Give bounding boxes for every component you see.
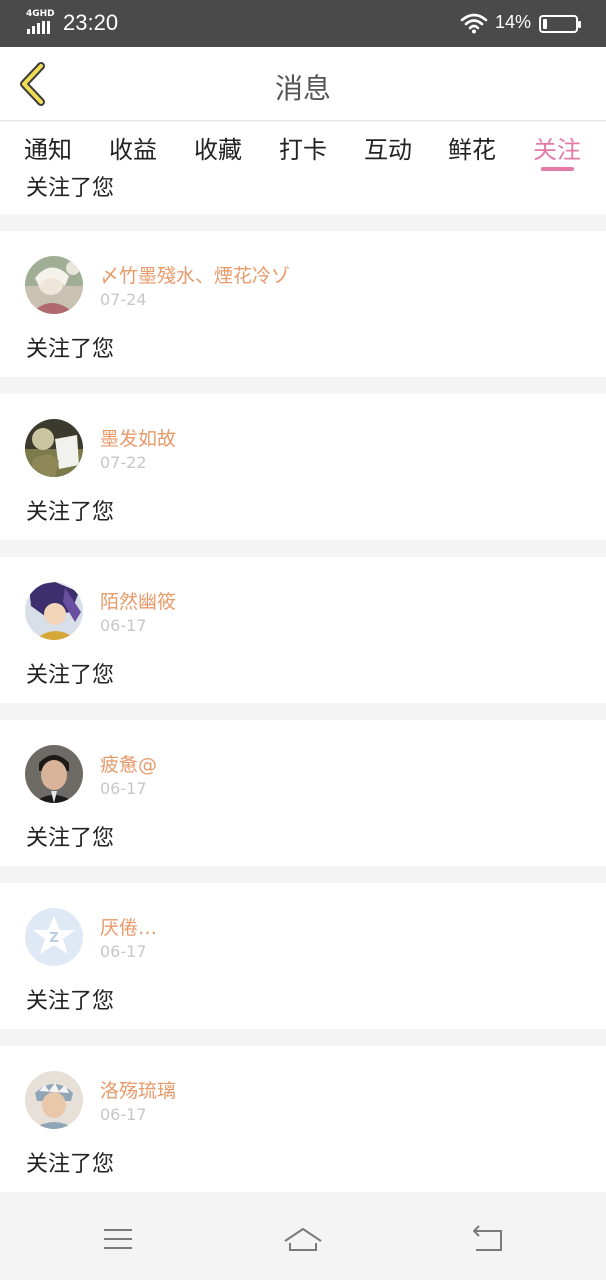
avatar[interactable] — [25, 256, 83, 314]
avatar[interactable] — [25, 582, 83, 640]
svg-text:Z: Z — [49, 931, 58, 946]
back-icon[interactable] — [468, 1219, 508, 1259]
timestamp: 06-17 — [100, 1105, 147, 1124]
tab-notifications[interactable]: 通知 — [24, 130, 72, 165]
tab-interaction[interactable]: 互动 — [364, 130, 412, 165]
clock: 23:20 — [63, 10, 119, 35]
list-item[interactable]: 墨发如故 07-22 关注了您 — [0, 394, 606, 540]
signal-icon: 4GHD — [26, 9, 55, 34]
home-icon[interactable] — [283, 1219, 323, 1259]
avatar[interactable] — [25, 745, 83, 803]
list-item[interactable]: 陌然幽筱 06-17 关注了您 — [0, 557, 606, 703]
notification-action: 关注了您 — [26, 989, 115, 1014]
timestamp: 07-22 — [100, 453, 147, 472]
avatar[interactable] — [25, 419, 83, 477]
list-item[interactable]: 洛殇琉璃 06-17 关注了您 — [0, 1046, 606, 1192]
notification-action: 关注了您 — [26, 337, 115, 362]
battery-icon — [539, 15, 581, 33]
timestamp: 07-24 — [100, 290, 147, 309]
timestamp: 06-17 — [100, 616, 147, 635]
username[interactable]: 〆竹墨殘水、煙花冷ゾ — [100, 261, 290, 288]
tab-earnings[interactable]: 收益 — [109, 130, 157, 165]
username[interactable]: 墨发如故 — [100, 424, 176, 451]
header: 消息 — [0, 47, 606, 121]
tab-flowers[interactable]: 鲜花 — [448, 130, 496, 165]
notification-action: 关注了您 — [26, 500, 115, 525]
active-tab-indicator — [541, 167, 574, 171]
battery-fill — [543, 19, 547, 29]
status-bar: 4GHD 23:20 14% — [0, 0, 606, 47]
avatar[interactable]: Z — [25, 908, 83, 966]
list-item[interactable]: 疲惫@ 06-17 关注了您 — [0, 720, 606, 866]
timestamp: 06-17 — [100, 942, 147, 961]
username[interactable]: 洛殇琉璃 — [100, 1076, 176, 1103]
tab-checkin[interactable]: 打卡 — [279, 130, 327, 165]
username[interactable]: 疲惫@ — [100, 750, 157, 777]
menu-icon[interactable] — [98, 1219, 138, 1259]
notification-action: 关注了您 — [26, 1152, 115, 1177]
notification-list[interactable]: 关注了您 〆竹墨殘水、煙花冷ゾ 07-24 关注了您 墨发如故 07-22 关注… — [0, 172, 606, 1194]
username[interactable]: 厌倦… — [100, 913, 157, 940]
notification-action: 关注了您 — [26, 826, 115, 851]
notification-action: 关注了您 — [26, 176, 115, 201]
network-type: 4GHD — [26, 9, 55, 19]
wifi-icon — [460, 12, 488, 34]
tab-favorites[interactable]: 收藏 — [194, 130, 242, 165]
username[interactable]: 陌然幽筱 — [100, 587, 176, 614]
avatar[interactable] — [25, 1071, 83, 1129]
list-item[interactable]: 关注了您 — [0, 172, 606, 214]
list-item[interactable]: 〆竹墨殘水、煙花冷ゾ 07-24 关注了您 — [0, 231, 606, 377]
battery-percent: 14% — [495, 12, 532, 32]
page-title: 消息 — [274, 72, 331, 105]
timestamp: 06-17 — [100, 779, 147, 798]
notification-action: 关注了您 — [26, 663, 115, 688]
list-item[interactable]: Z 厌倦… 06-17 关注了您 — [0, 883, 606, 1029]
tab-bar: 通知 收益 收藏 打卡 互动 鲜花 关注 — [0, 122, 606, 172]
tab-follow[interactable]: 关注 — [533, 130, 581, 165]
system-nav-bar — [0, 1194, 606, 1280]
